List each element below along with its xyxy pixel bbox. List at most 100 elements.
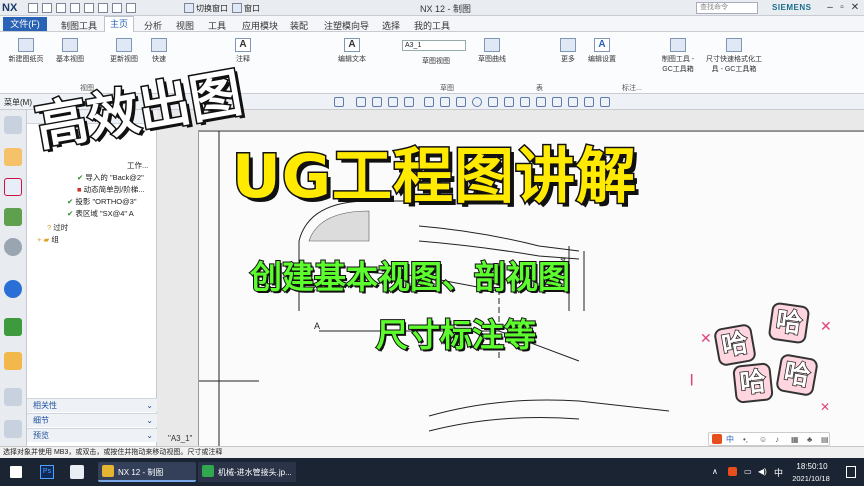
select-box-icon[interactable]	[334, 97, 344, 107]
tree-item-section[interactable]: ■ 动态简单剖/阶梯...	[77, 184, 144, 195]
tree-item-work[interactable]: 工作...	[127, 160, 148, 171]
tab-mold-wizard[interactable]: 注塑模向导	[324, 19, 369, 32]
visual-report-icon[interactable]	[4, 238, 22, 256]
file-explorer-icon[interactable]	[70, 465, 84, 479]
curve-icon[interactable]	[424, 97, 434, 107]
ime-indicator[interactable]: 中	[774, 466, 783, 479]
window-menu[interactable]: 窗口	[244, 3, 260, 14]
haha-sticker: 哈	[767, 301, 811, 345]
tab-assembly[interactable]: 装配	[290, 19, 308, 32]
cut-icon[interactable]	[70, 3, 80, 13]
edit-text-button[interactable]: A 编辑文本	[334, 38, 370, 64]
midpoint-icon[interactable]	[568, 97, 578, 107]
arc-icon[interactable]	[536, 97, 546, 107]
sketch-view-button[interactable]: 草图视图	[418, 56, 454, 66]
existing-point-icon[interactable]	[584, 97, 594, 107]
intersection-icon[interactable]	[488, 97, 498, 107]
undo-icon[interactable]	[42, 3, 52, 13]
sketch-curve-button[interactable]: 草图曲线	[474, 38, 510, 64]
keyboard-icon[interactable]: ▦	[791, 435, 799, 444]
paste-icon[interactable]	[98, 3, 108, 13]
ime-mode[interactable]: 中	[726, 434, 734, 445]
nx-logo[interactable]: NX	[2, 1, 24, 15]
minimize-button[interactable]: –	[824, 2, 836, 13]
update-view-button[interactable]: 更新视图	[104, 38, 144, 64]
section-dependencies[interactable]: 相关性 ⌄	[27, 398, 157, 412]
mic-icon[interactable]: ♪	[775, 435, 779, 444]
clock-date[interactable]: 2021/10/18	[788, 474, 834, 483]
close-button[interactable]: ✕	[849, 2, 861, 13]
web-browser-icon[interactable]	[4, 280, 22, 298]
windows-start-icon[interactable]	[10, 466, 22, 478]
touch-mode-icon[interactable]	[126, 3, 136, 13]
emoji-icon[interactable]: ☺	[759, 435, 767, 444]
tree-item-outdated[interactable]: ? 过时	[47, 222, 68, 233]
more-button[interactable]: 更多	[556, 38, 580, 64]
quadrant-icon[interactable]	[552, 97, 562, 107]
section-preview[interactable]: 预览 ⌄	[27, 428, 157, 442]
skin-icon[interactable]: ♣	[807, 435, 812, 444]
roles-icon[interactable]	[4, 388, 22, 406]
palette-icon[interactable]	[4, 352, 22, 370]
tab-analysis[interactable]: 分析	[144, 19, 162, 32]
task-nx[interactable]: NX 12 - 制图	[98, 462, 196, 482]
snap-icon[interactable]	[356, 97, 366, 107]
tray-ime-icon[interactable]	[728, 467, 737, 476]
tab-tools[interactable]: 工具	[208, 19, 226, 32]
constraint-navigator-icon[interactable]	[4, 178, 22, 196]
notification-icon[interactable]	[846, 466, 856, 478]
tab-select[interactable]: 选择	[382, 19, 400, 32]
tab-my-tools[interactable]: 我的工具	[414, 19, 450, 32]
new-sheet-button[interactable]: 新建图纸页	[4, 38, 48, 64]
punctuation-icon[interactable]: •,	[743, 435, 748, 444]
restore-button[interactable]: ▫	[836, 2, 848, 13]
clock-time[interactable]: 18:50:10	[792, 462, 832, 471]
section-details[interactable]: 细节 ⌄	[27, 413, 157, 427]
dimension-format-tool-button[interactable]: 尺寸快速格式化工具 - GC工具箱	[704, 38, 764, 74]
endpoint-icon[interactable]	[372, 97, 382, 107]
slash-icon[interactable]	[404, 97, 414, 107]
toolbox-icon[interactable]: ▤	[821, 435, 829, 444]
switch-window-button[interactable]: 切换窗口	[196, 3, 228, 14]
wave-icon[interactable]	[440, 97, 450, 107]
tree-item-table-region[interactable]: ✔ 表区域 "SX@4" A	[67, 208, 134, 219]
repeat-icon[interactable]	[112, 3, 122, 13]
part-navigator-icon[interactable]	[4, 148, 22, 166]
tab-view[interactable]: 视图	[176, 19, 194, 32]
system-materials-icon[interactable]	[4, 420, 22, 438]
circle-center-icon[interactable]	[472, 97, 482, 107]
tab-home[interactable]: 主页	[104, 16, 134, 33]
perpendicular-icon[interactable]	[520, 97, 530, 107]
grid-icon[interactable]	[600, 97, 610, 107]
tree-item-projection[interactable]: ✔ 投影 "ORTHO@3"	[67, 196, 137, 207]
quick-dimension-button[interactable]: 快速	[146, 38, 172, 64]
history-icon[interactable]	[4, 318, 22, 336]
tab-application[interactable]: 应用模块	[242, 19, 278, 32]
tangent-icon[interactable]	[504, 97, 514, 107]
base-view-button[interactable]: 基本视图	[50, 38, 90, 64]
settings-gear-icon[interactable]	[4, 116, 22, 134]
sheet-select[interactable]: A3_1	[402, 40, 466, 51]
tree-item-group[interactable]: + ▰ 组	[37, 234, 59, 245]
point-icon[interactable]	[456, 97, 466, 107]
line-icon[interactable]	[388, 97, 398, 107]
command-search-input[interactable]: 查找命令	[696, 2, 758, 14]
tree-item-imported[interactable]: ✔ 导入的 "Back@2"	[77, 172, 144, 183]
redo-icon[interactable]	[56, 3, 66, 13]
save-icon[interactable]	[28, 3, 38, 13]
volume-icon[interactable]: ◀)	[758, 467, 767, 476]
tab-drafting-tools[interactable]: 制图工具	[61, 19, 97, 32]
window-icon[interactable]	[232, 3, 242, 13]
reuse-library-icon[interactable]	[4, 208, 22, 226]
photoshop-icon[interactable]: Ps	[40, 465, 54, 479]
task-image-viewer[interactable]: 机械-进水管接头.jp...	[198, 462, 296, 482]
tab-file[interactable]: 文件(F)	[3, 17, 47, 31]
ime-toolbar[interactable]: 中 •, ☺ ♪ ▦ ♣ ▤	[708, 432, 830, 446]
copy-icon[interactable]	[84, 3, 94, 13]
tray-chevron-icon[interactable]: ∧	[712, 467, 718, 476]
edit-settings-button[interactable]: A 编辑设置	[584, 38, 620, 64]
switch-window-icon[interactable]	[184, 3, 194, 13]
network-icon[interactable]: ▭	[744, 467, 752, 476]
drafting-tools-gc-button[interactable]: 制图工具 - GC工具箱	[656, 38, 700, 74]
menu-button[interactable]: 菜单(M)	[4, 97, 32, 108]
